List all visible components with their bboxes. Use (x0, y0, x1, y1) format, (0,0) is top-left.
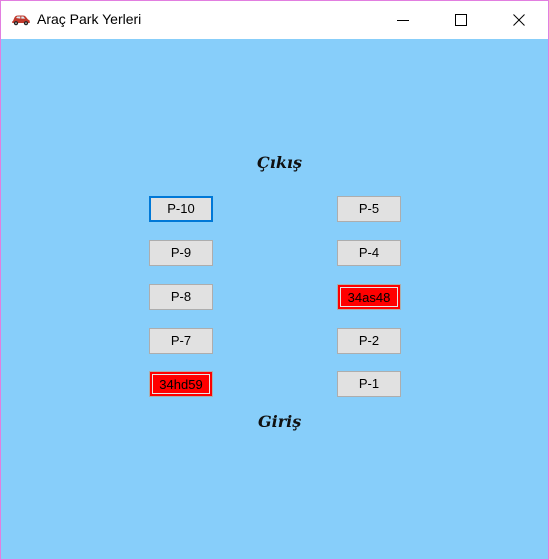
window-title: Araç Park Yerleri (37, 11, 142, 27)
minimize-icon (397, 20, 409, 21)
title-bar[interactable]: Araç Park Yerleri (1, 1, 548, 39)
exit-label: Çıkış (257, 153, 302, 172)
plate-text: 34hd59 (152, 374, 210, 394)
slot-left-1[interactable]: P-10 (149, 196, 213, 222)
maximize-icon (455, 14, 467, 26)
car-icon (11, 13, 31, 26)
minimize-button[interactable] (380, 1, 426, 39)
slot-left-2[interactable]: P-9 (149, 240, 213, 266)
close-button[interactable] (496, 1, 542, 39)
slot-right-3[interactable]: 34as48 (337, 284, 401, 310)
close-icon (513, 14, 525, 26)
entry-label: Giriş (258, 412, 302, 431)
slot-left-4[interactable]: P-7 (149, 328, 213, 354)
app-window: Araç Park Yerleri Çıkış P-10 P-9 P-8 P-7… (0, 0, 549, 560)
maximize-button[interactable] (437, 1, 483, 39)
slot-right-5[interactable]: P-1 (337, 371, 401, 397)
slot-right-2[interactable]: P-4 (337, 240, 401, 266)
slot-right-1[interactable]: P-5 (337, 196, 401, 222)
plate-text: 34as48 (340, 287, 398, 307)
slot-left-3[interactable]: P-8 (149, 284, 213, 310)
slot-right-4[interactable]: P-2 (337, 328, 401, 354)
slot-left-5[interactable]: 34hd59 (149, 371, 213, 397)
parking-area: Çıkış P-10 P-9 P-8 P-7 34hd59 P-5 P-4 34… (1, 39, 548, 559)
